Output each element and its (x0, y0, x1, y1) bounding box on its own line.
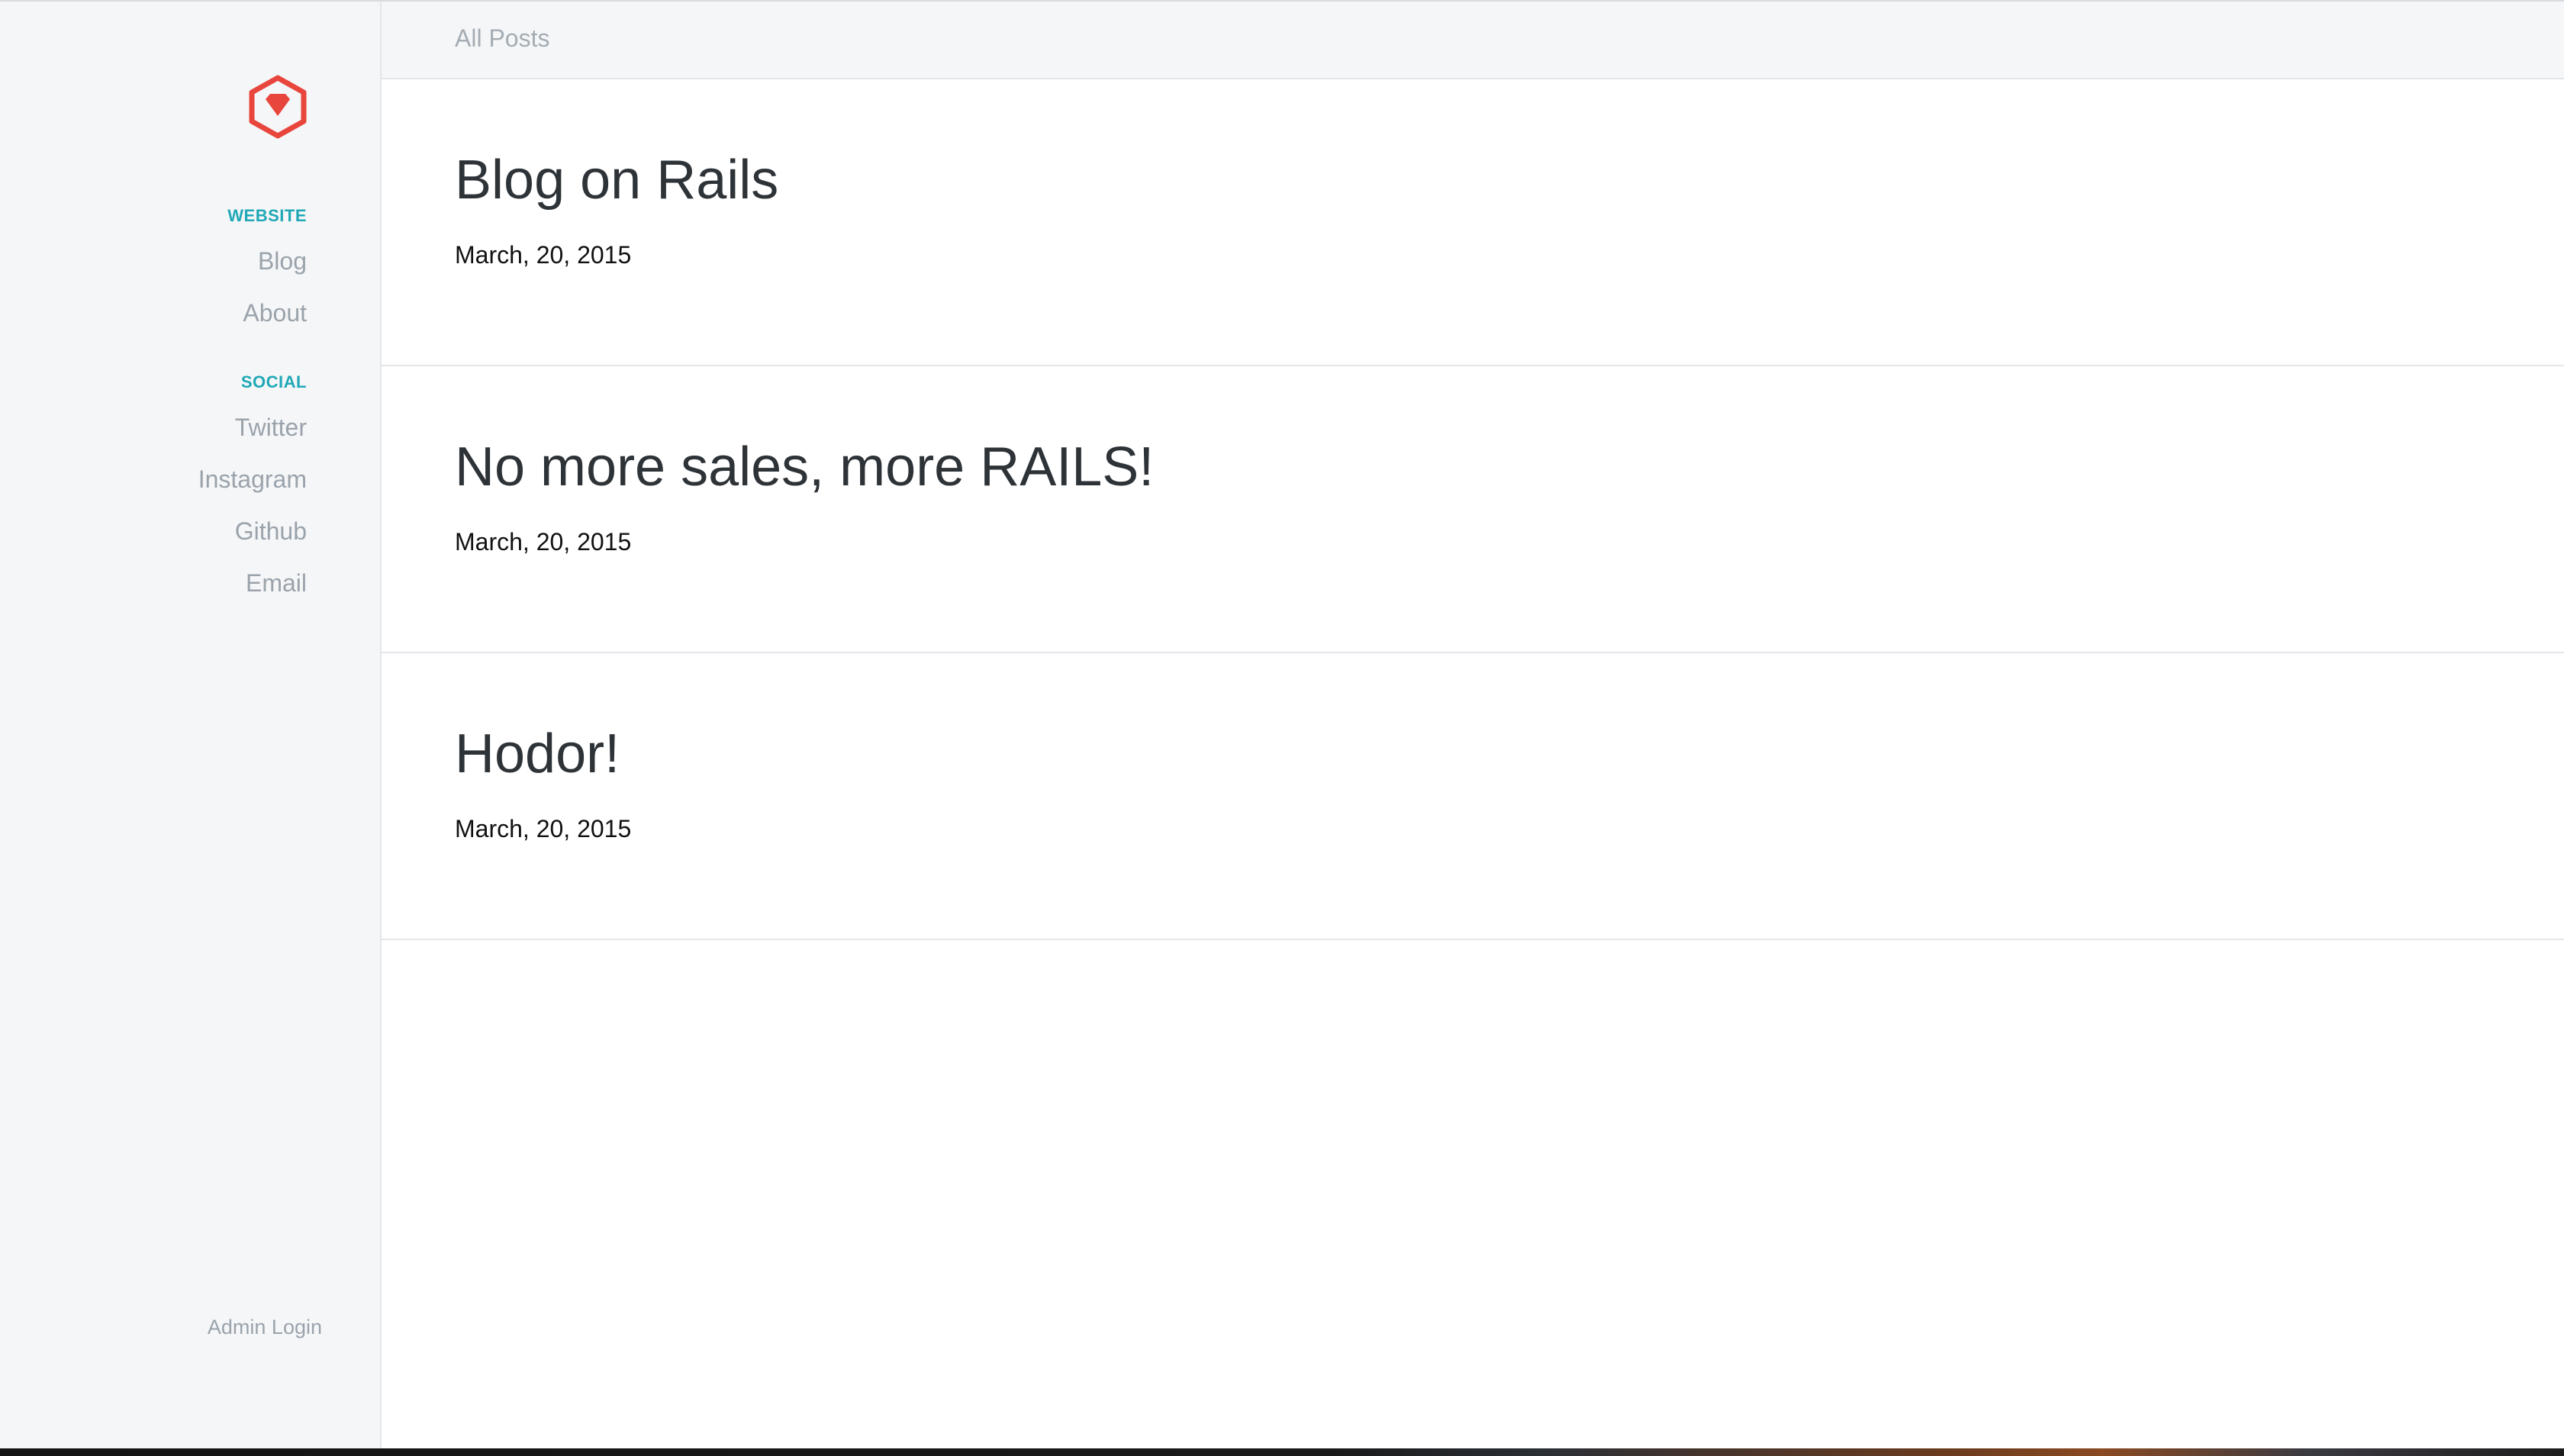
post-item[interactable]: Blog on Rails March, 20, 2015 (382, 79, 2564, 366)
sidebar: WEBSITE Blog About SOCIAL Twitter Instag… (0, 2, 382, 1448)
topbar: All Posts (382, 2, 2564, 79)
post-title[interactable]: Hodor! (455, 726, 620, 781)
sidebar-item-email[interactable]: Email (246, 569, 307, 598)
sidebar-item-about[interactable]: About (243, 299, 307, 327)
post-list: Blog on Rails March, 20, 2015 No more sa… (382, 79, 2564, 940)
sidebar-item-github[interactable]: Github (235, 517, 307, 546)
ruby-hexagon-icon[interactable] (246, 73, 310, 140)
nav-heading-website: WEBSITE (227, 206, 307, 225)
post-title[interactable]: Blog on Rails (455, 153, 778, 208)
browser-window: WEBSITE Blog About SOCIAL Twitter Instag… (0, 0, 2564, 1448)
breadcrumb[interactable]: All Posts (455, 24, 549, 53)
post-item[interactable]: Hodor! March, 20, 2015 (382, 653, 2564, 940)
post-date: March, 20, 2015 (455, 815, 632, 842)
sidebar-item-instagram[interactable]: Instagram (198, 465, 307, 494)
post-title[interactable]: No more sales, more RAILS! (455, 440, 1154, 494)
sidebar-item-twitter[interactable]: Twitter (235, 414, 307, 442)
desktop-background (0, 1448, 2564, 1456)
post-item[interactable]: No more sales, more RAILS! March, 20, 20… (382, 366, 2564, 653)
nav-heading-social: SOCIAL (240, 372, 307, 391)
sidebar-item-blog[interactable]: Blog (258, 247, 307, 275)
post-date: March, 20, 2015 (455, 528, 632, 556)
post-date: March, 20, 2015 (455, 241, 632, 269)
admin-login-link[interactable]: Admin Login (208, 1316, 322, 1339)
